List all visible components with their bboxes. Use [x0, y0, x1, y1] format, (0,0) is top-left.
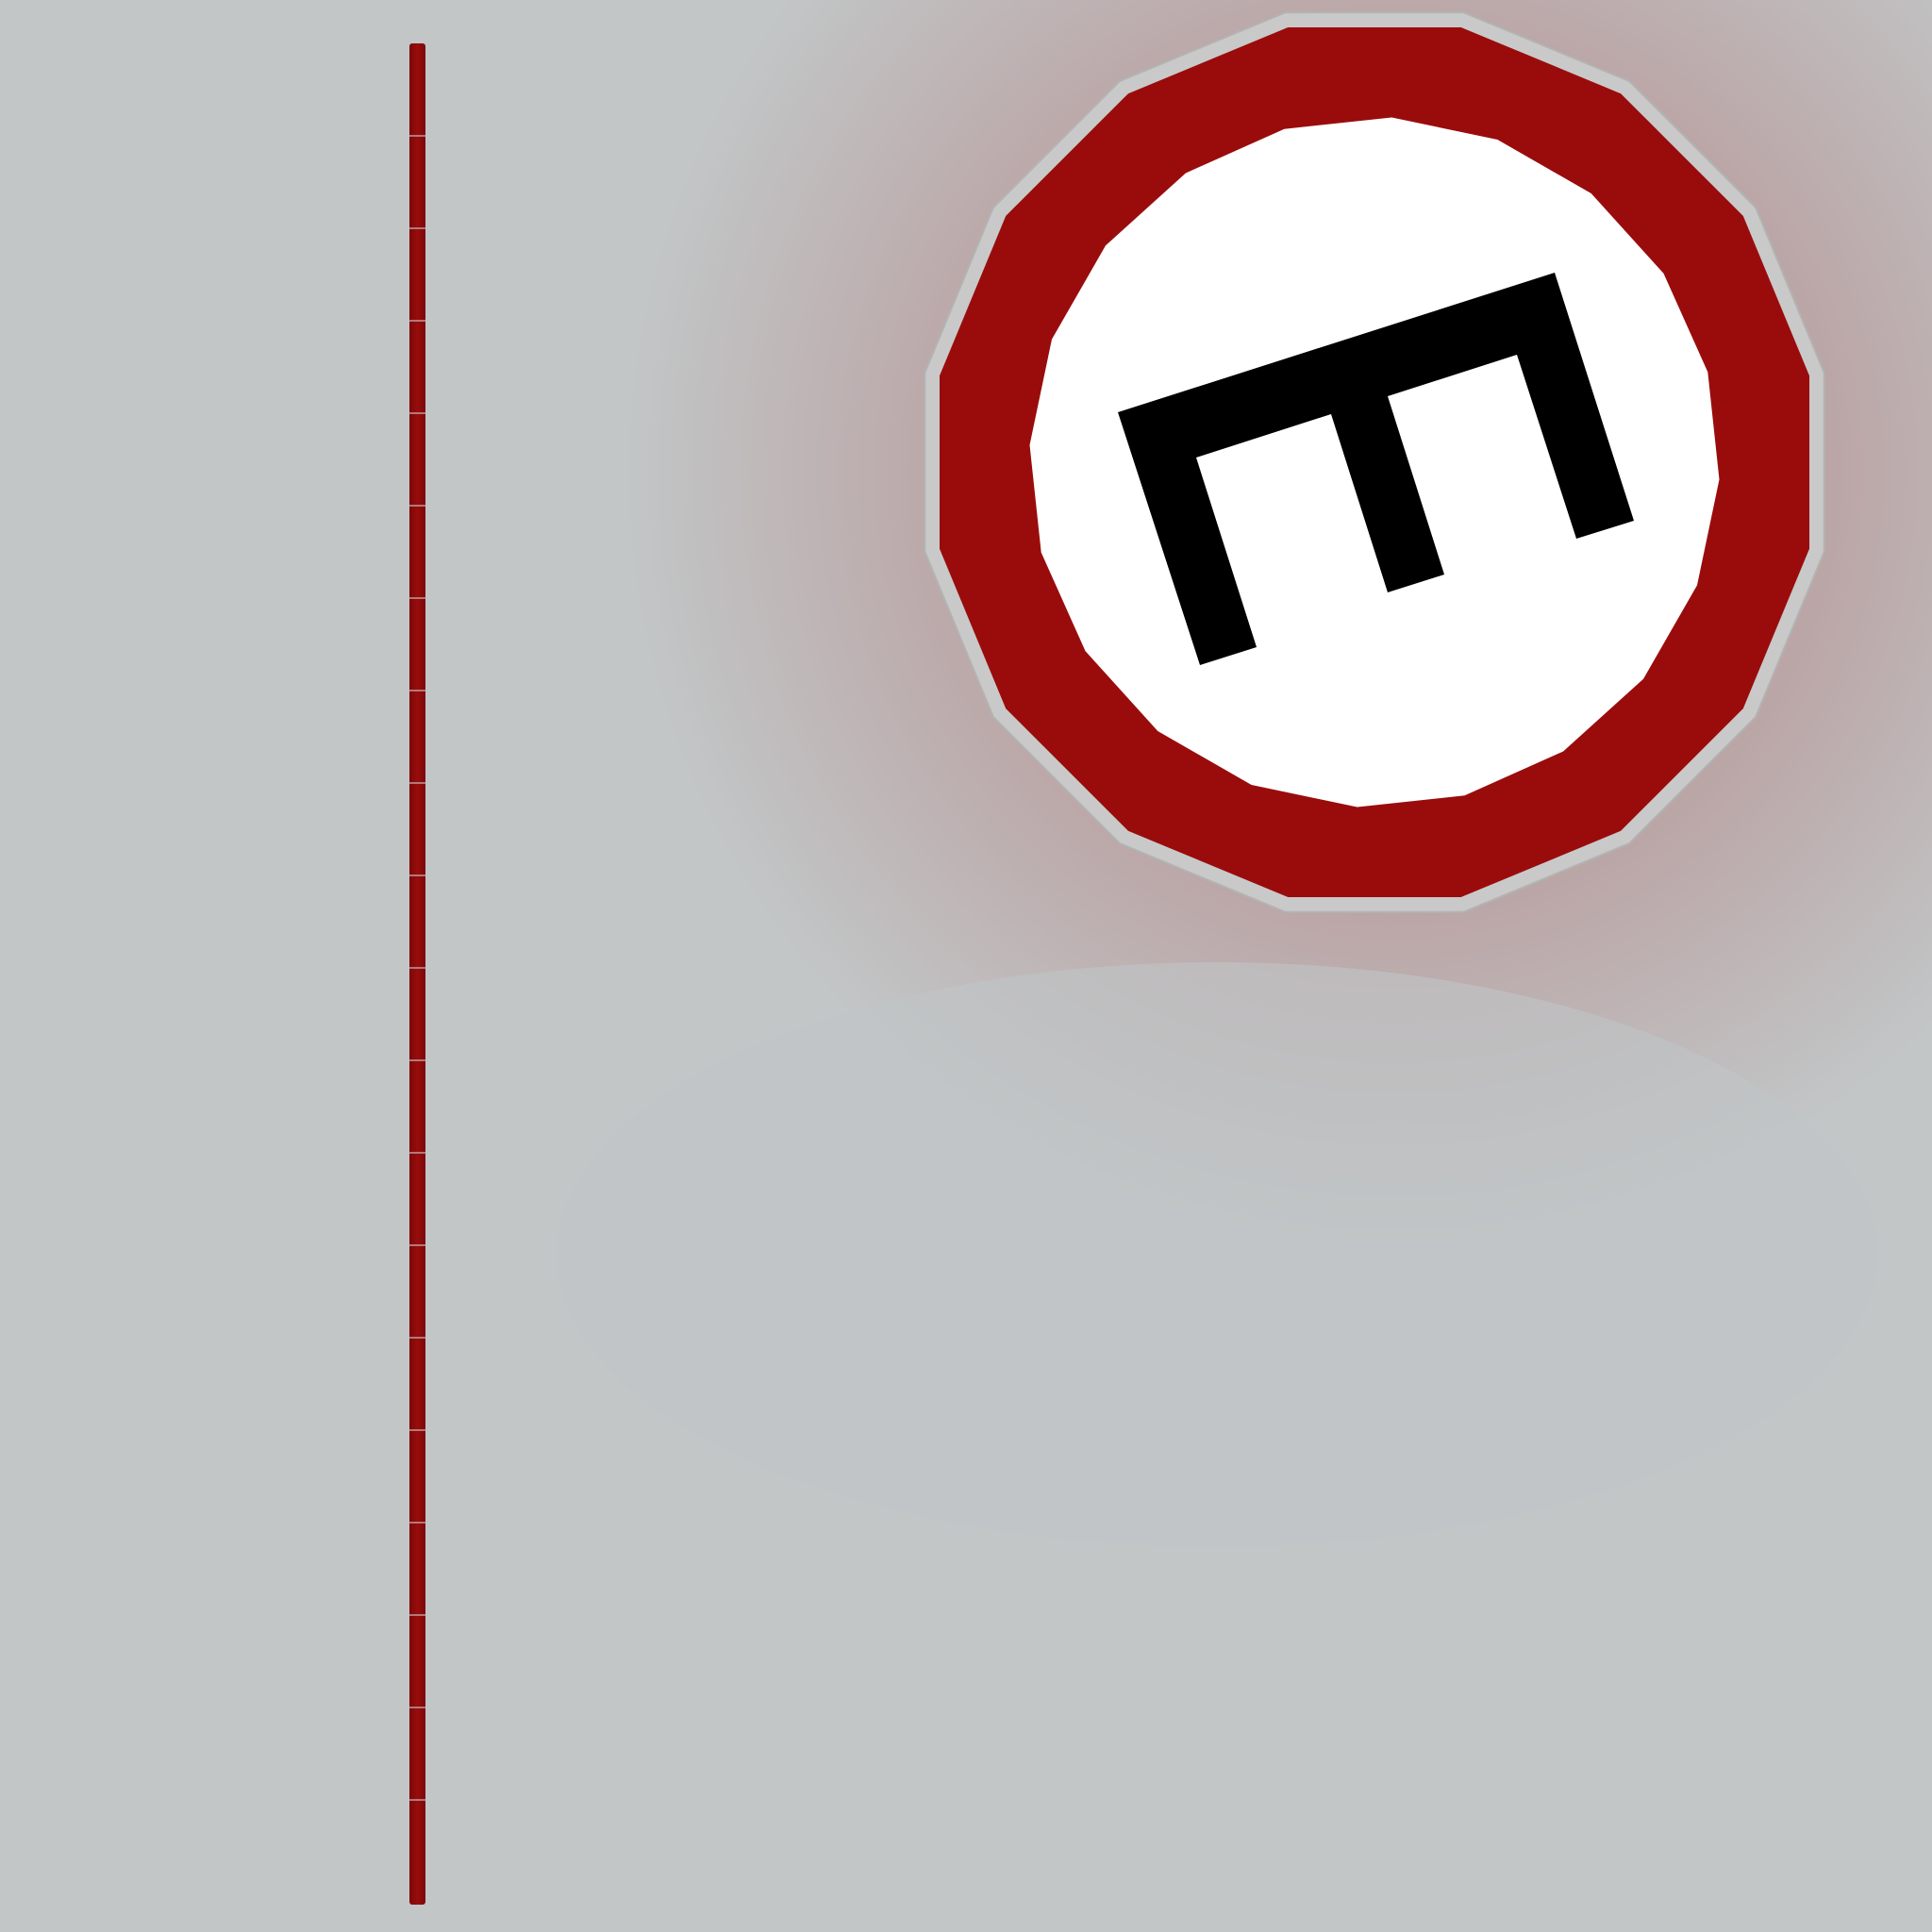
round-sign — [924, 11, 1825, 913]
pole — [409, 43, 425, 1905]
sign-shadow — [557, 962, 1877, 1547]
scene-canvas — [0, 0, 1932, 1932]
